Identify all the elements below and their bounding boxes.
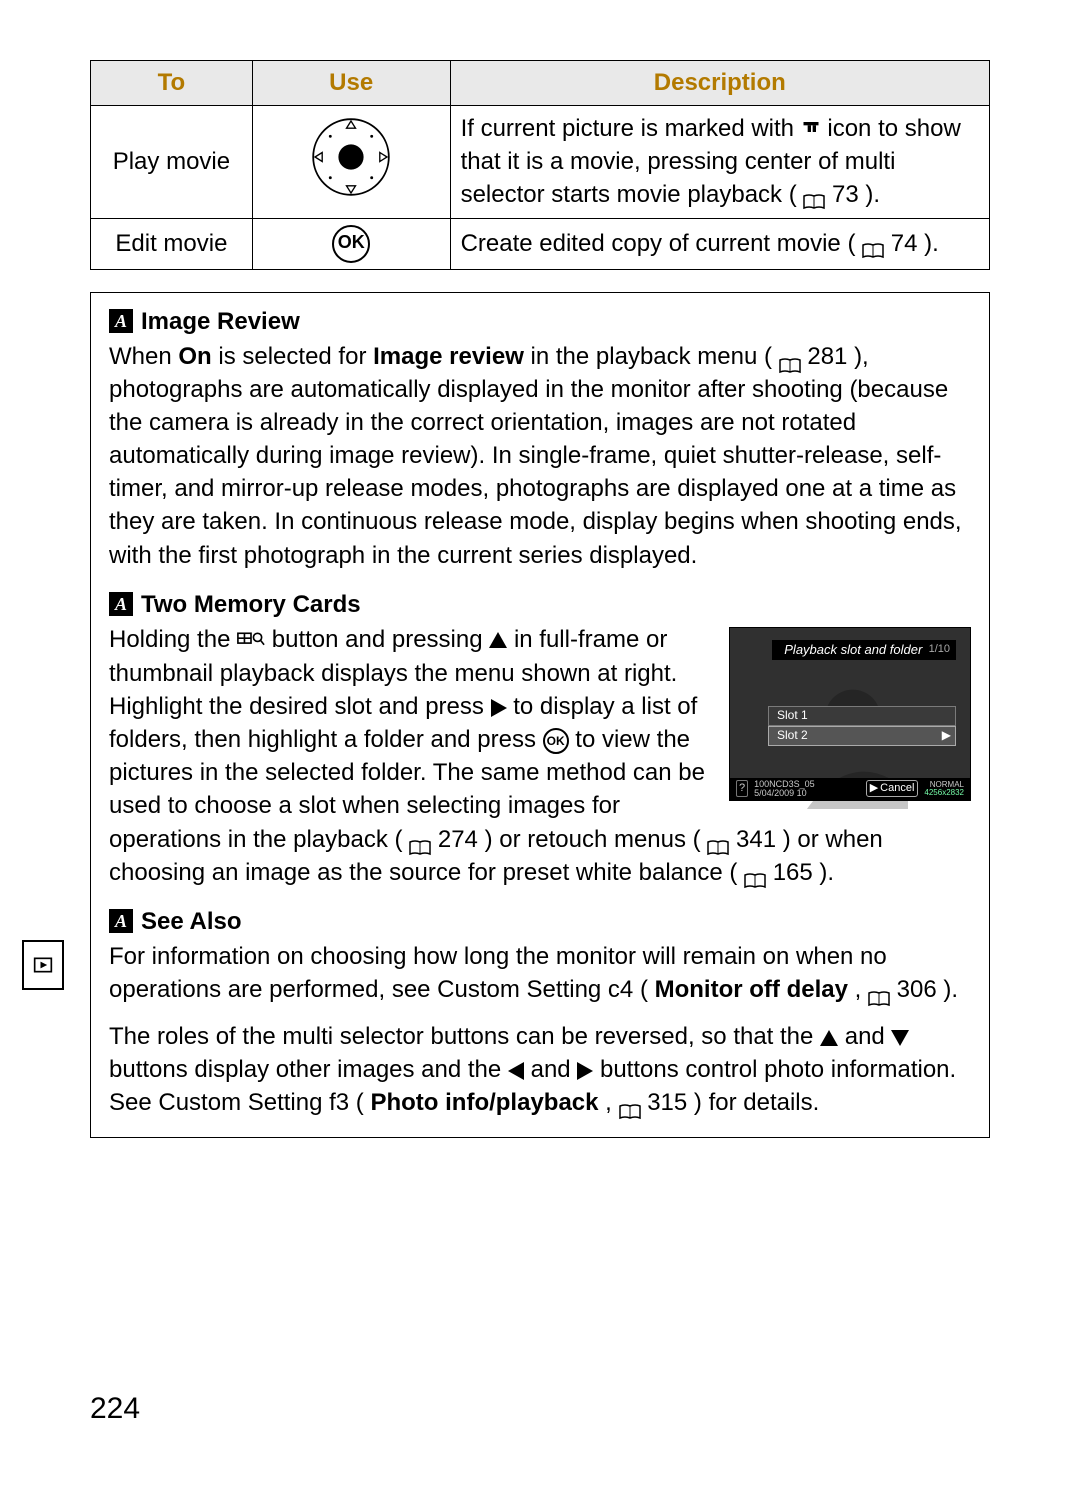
help-icon: ?: [736, 780, 748, 797]
lcd-title: Playback slot and folder: [778, 641, 929, 659]
up-arrow-icon: [489, 632, 507, 648]
controls-table: To Use Description Play movie: [90, 60, 990, 270]
note-title: See Also: [141, 905, 242, 938]
right-arrow-icon: [491, 699, 507, 717]
use-cell: [252, 106, 450, 218]
desc-cell: If current picture is marked with icon t…: [450, 106, 989, 218]
note-box: A Image Review When On is selected for I…: [90, 292, 990, 1139]
page-ref: 306: [897, 976, 937, 1003]
left-arrow-icon: [508, 1062, 524, 1080]
down-arrow-icon: [891, 1030, 909, 1046]
note-badge-icon: A: [109, 592, 133, 616]
ok-button-icon: OK: [543, 728, 569, 754]
desc-text: ).: [865, 181, 880, 208]
note-badge-icon: A: [109, 309, 133, 333]
note-see-also: A See Also For information on choosing h…: [109, 905, 971, 1120]
desc-text: ).: [924, 230, 939, 257]
table-row: Play movie: [91, 106, 990, 218]
col-to: To: [91, 61, 253, 106]
note-body: For information on choosing how long the…: [109, 940, 971, 1006]
note-body: When On is selected for Image review in …: [109, 340, 971, 572]
page-ref: 315: [647, 1089, 687, 1116]
lcd-slot2: Slot 2 ▶: [768, 726, 956, 746]
chevron-right-icon: ▶: [942, 727, 951, 744]
desc-cell: Create edited copy of current movie ( 74…: [450, 218, 989, 269]
page-ref: 274: [438, 826, 478, 853]
play-icon: ▶: [870, 781, 878, 796]
col-desc: Description: [450, 61, 989, 106]
to-cell: Play movie: [91, 106, 253, 218]
note-title: Image Review: [141, 305, 300, 338]
desc-text: Create edited copy of current movie (: [461, 230, 856, 257]
ok-button-icon: OK: [332, 225, 370, 263]
book-icon: [744, 865, 766, 881]
book-icon: [868, 983, 890, 999]
page-ref: 165: [773, 859, 813, 886]
book-icon: [779, 350, 801, 366]
page-ref: 74: [891, 230, 918, 257]
lcd-title-bar: Playback slot and folder 1/10: [772, 640, 956, 660]
desc-text: If current picture is marked with: [461, 115, 801, 142]
lcd-count: 1/10: [929, 642, 950, 657]
up-arrow-icon: [820, 1030, 838, 1046]
book-icon: [707, 832, 729, 848]
thumbnail-zoom-button-icon: [237, 624, 265, 657]
note-two-memory-cards: A Two Memory Cards Playback slot and fol…: [109, 588, 971, 889]
lcd-slot1: Slot 1: [768, 706, 956, 726]
use-cell: OK: [252, 218, 450, 269]
section-tab-playback: [22, 940, 64, 990]
book-icon: [409, 832, 431, 848]
lcd-footer: ? 100NCD3S_05 5/04/2009 10 ▶ Cancel NORM…: [730, 778, 970, 800]
play-in-box-icon: [33, 955, 53, 975]
note-title: Two Memory Cards: [141, 588, 361, 621]
movie-icon: [801, 114, 821, 146]
note-badge-icon: A: [109, 909, 133, 933]
page-ref: 281: [807, 343, 847, 370]
to-cell: Edit movie: [91, 218, 253, 269]
lcd-preview: Playback slot and folder 1/10 Slot 1 Slo…: [729, 627, 971, 801]
page-ref: 341: [736, 826, 776, 853]
book-icon: [862, 236, 884, 252]
note-body: The roles of the multi selector buttons …: [109, 1020, 971, 1119]
table-row: Edit movie OK Create edited copy of curr…: [91, 218, 990, 269]
col-use: Use: [252, 61, 450, 106]
book-icon: [619, 1096, 641, 1112]
multi-selector-icon: [306, 112, 396, 202]
lcd-cancel: ▶ Cancel: [866, 780, 919, 797]
note-image-review: A Image Review When On is selected for I…: [109, 305, 971, 572]
page-number: 224: [90, 1392, 140, 1426]
right-arrow-icon: [577, 1062, 593, 1080]
book-icon: [803, 187, 825, 203]
page-ref: 73: [832, 181, 859, 208]
